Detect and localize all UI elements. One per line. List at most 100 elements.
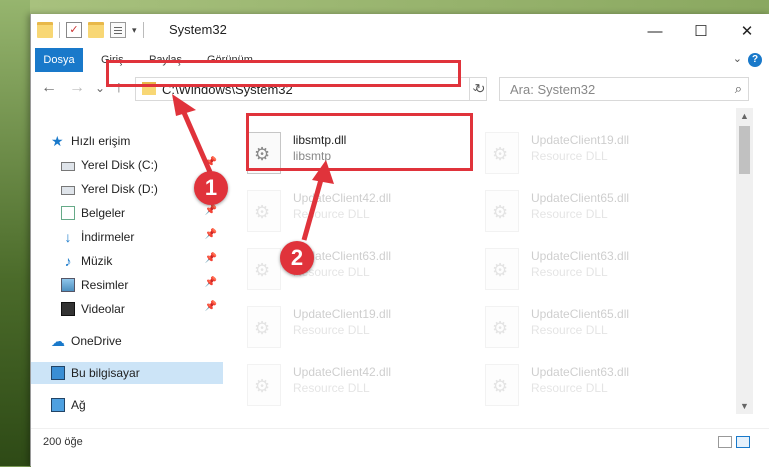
dll-file-icon — [247, 248, 281, 290]
file-item[interactable]: UpdateClient63.dll Resource DLL — [485, 362, 710, 414]
computer-icon — [51, 366, 65, 380]
title-bar: ✓ ▾ System32 — ☐ ✕ — [31, 14, 769, 48]
details-view-icon[interactable] — [718, 436, 732, 448]
large-icons-view-icon[interactable] — [736, 436, 750, 448]
pin-icon[interactable]: 📌 — [205, 157, 217, 168]
file-type: Resource DLL — [531, 265, 608, 279]
sidebar-item-label: Hızlı erişim — [71, 134, 131, 148]
file-name: UpdateClient63.dll — [531, 365, 630, 379]
quick-access-toolbar: ✓ ▾ — [37, 22, 144, 38]
music-note-icon: ♪ — [64, 253, 72, 269]
status-bar: 200 öğe — [31, 428, 769, 467]
folder-icon — [37, 22, 53, 38]
sidebar-item-pictures[interactable]: Resimler 📌 — [31, 274, 223, 296]
sidebar-item-quick-access[interactable]: ★ Hızlı erişim — [31, 130, 223, 152]
maximize-button[interactable]: ☐ — [678, 14, 724, 48]
sidebar-item-this-pc[interactable]: Bu bilgisayar — [31, 362, 223, 384]
properties-icon[interactable] — [110, 22, 126, 38]
view-toggle — [718, 436, 750, 448]
step-marker-2: 2 — [280, 241, 314, 275]
file-item[interactable]: UpdateClient42.dll Resource DLL — [247, 362, 472, 414]
divider — [59, 22, 60, 38]
star-icon: ★ — [51, 133, 64, 149]
sidebar-item-label: OneDrive — [71, 334, 122, 348]
forward-button[interactable]: → — [69, 79, 85, 97]
file-name: UpdateClient63.dll — [531, 249, 630, 263]
sidebar-item-music[interactable]: ♪ Müzik 📌 — [31, 250, 223, 272]
scroll-thumb[interactable] — [739, 126, 750, 174]
new-folder-icon[interactable] — [88, 22, 104, 38]
customize-toolbar-dropdown[interactable]: ▾ — [132, 25, 137, 36]
file-name: UpdateClient65.dll — [531, 307, 630, 321]
file-type: Resource DLL — [531, 323, 608, 337]
file-item[interactable]: UpdateClient63.dll Resource DLL — [485, 246, 710, 298]
recent-locations-chevron-icon[interactable]: ⌄ — [95, 81, 105, 95]
drive-icon — [61, 186, 75, 195]
file-name: UpdateClient42.dll — [293, 365, 392, 379]
checkmark-icon[interactable]: ✓ — [66, 22, 82, 38]
network-icon — [51, 398, 65, 412]
file-type: Resource DLL — [531, 381, 608, 395]
film-icon — [61, 302, 75, 316]
divider — [142, 22, 144, 38]
file-type: Resource DLL — [531, 149, 608, 163]
close-button[interactable]: ✕ — [724, 14, 769, 48]
pin-icon[interactable]: 📌 — [205, 301, 217, 312]
tab-file[interactable]: Dosya — [35, 48, 83, 72]
file-item[interactable]: UpdateClient65.dll Resource DLL — [485, 188, 710, 240]
cloud-icon: ☁ — [51, 333, 65, 349]
pictures-icon — [61, 278, 75, 292]
search-icon[interactable]: ⌕ — [735, 81, 742, 97]
dll-file-icon — [247, 306, 281, 348]
sidebar-item-videos[interactable]: Videolar 📌 — [31, 298, 223, 320]
file-type: Resource DLL — [293, 381, 370, 395]
sidebar-item-label: Yerel Disk (D:) — [81, 182, 158, 196]
sidebar-item-downloads[interactable]: ↓ İndirmeler 📌 — [31, 226, 223, 248]
file-name: UpdateClient19.dll — [293, 307, 392, 321]
file-highlight — [246, 113, 473, 171]
sidebar-item-local-disk-c[interactable]: Yerel Disk (C:) 📌 — [31, 154, 223, 176]
expand-ribbon-chevron-icon[interactable]: ⌄ — [733, 52, 742, 65]
pin-icon[interactable]: 📌 — [205, 229, 217, 240]
dll-file-icon — [247, 190, 281, 232]
vertical-scrollbar[interactable]: ▲ ▼ — [736, 108, 753, 414]
navigation-pane: ★ Hızlı erişim Yerel Disk (C:) 📌 Yerel D… — [31, 108, 223, 428]
sidebar-item-label: Videolar — [81, 302, 125, 316]
help-icon[interactable]: ? — [748, 53, 762, 67]
dll-file-icon — [485, 248, 519, 290]
file-type: Resource DLL — [293, 323, 370, 337]
scroll-down-arrow-icon[interactable]: ▼ — [736, 398, 753, 414]
sidebar-item-documents[interactable]: Belgeler 📌 — [31, 202, 223, 224]
window-controls: — ☐ ✕ — [632, 14, 769, 48]
file-name: UpdateClient19.dll — [531, 133, 630, 147]
file-item[interactable]: UpdateClient19.dll Resource DLL — [485, 130, 710, 182]
file-item[interactable]: UpdateClient19.dll Resource DLL — [247, 304, 472, 356]
step-marker-1: 1 — [194, 171, 228, 205]
window-title: System32 — [169, 22, 227, 37]
dll-file-icon — [247, 364, 281, 406]
sidebar-item-label: Bu bilgisayar — [71, 366, 140, 380]
sidebar-item-label: İndirmeler — [81, 230, 135, 244]
sidebar-item-onedrive[interactable]: ☁ OneDrive — [31, 330, 223, 352]
sidebar-item-label: Ağ — [71, 398, 86, 412]
address-bar-highlight — [106, 60, 461, 87]
scroll-up-arrow-icon[interactable]: ▲ — [736, 108, 753, 124]
dll-file-icon — [485, 364, 519, 406]
documents-icon — [61, 206, 75, 220]
file-item[interactable]: UpdateClient65.dll Resource DLL — [485, 304, 710, 356]
pin-icon[interactable]: 📌 — [205, 253, 217, 264]
download-arrow-icon: ↓ — [64, 229, 72, 245]
sidebar-item-label: Belgeler — [81, 206, 126, 220]
sidebar-item-label: Müzik — [81, 254, 113, 268]
pin-icon[interactable]: 📌 — [205, 205, 217, 216]
search-input[interactable]: Ara: System32 ⌕ — [499, 77, 749, 101]
pin-icon[interactable]: 📌 — [205, 277, 217, 288]
back-button[interactable]: ← — [41, 79, 57, 97]
file-item[interactable]: UpdateClient42.dll Resource DLL — [247, 188, 472, 240]
desktop-background — [0, 0, 769, 14]
dll-file-icon — [485, 190, 519, 232]
refresh-button[interactable]: ↻ — [469, 77, 490, 101]
desktop-background-left — [0, 0, 30, 466]
sidebar-item-network[interactable]: Ağ — [31, 394, 223, 416]
minimize-button[interactable]: — — [632, 14, 678, 48]
